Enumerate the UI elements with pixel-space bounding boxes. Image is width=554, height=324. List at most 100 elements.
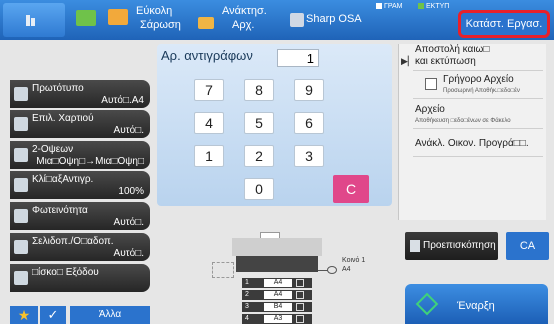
tray-icon	[296, 279, 304, 287]
check-button[interactable]: ✓	[40, 306, 66, 324]
tray-1-size: A4	[264, 279, 292, 287]
tray-4[interactable]: 4 A3	[242, 314, 312, 324]
sort-group-value: Αυτό□.	[113, 248, 144, 259]
key-9[interactable]: 9	[294, 79, 324, 101]
quick-file-label[interactable]: Γρήγορο Αρχείο	[443, 74, 514, 85]
tray-3-size: B4	[264, 303, 292, 311]
sort-group-setting[interactable]: Σελιδοπ./Ο□αδοπ. Αυτό□.	[10, 233, 150, 261]
output-tray-icon	[14, 271, 28, 285]
easy-scan-button[interactable]: Εύκολη Σάρωση	[104, 3, 192, 37]
copy-count-input[interactable]: 1	[277, 49, 319, 67]
paper-select-label: Επιλ. Χαρτιού	[32, 113, 94, 124]
quick-file-checkbox[interactable]	[425, 78, 437, 90]
paper-icon	[14, 117, 28, 131]
tray-2[interactable]: 2 A4	[242, 290, 312, 300]
send-print-label-2[interactable]: και εκτύπωση	[415, 56, 476, 67]
osa-icon	[290, 13, 304, 27]
paper-select-setting[interactable]: Επιλ. Χαρτιού Αυτό□.	[10, 110, 150, 138]
divider	[413, 70, 543, 71]
duplex-setting[interactable]: 2-Οψεων Μια□Οψη□→Μια□Οψη□	[10, 141, 150, 169]
check-icon: ✓	[47, 307, 59, 322]
exposure-setting[interactable]: Φωτεινότητα Αυτό□.	[10, 202, 150, 230]
start-button[interactable]: Έναρξη	[405, 284, 548, 324]
tray-icon	[296, 291, 304, 299]
collapse-arrow-icon[interactable]: ▶▏	[401, 56, 415, 72]
app-shortcut-button[interactable]	[72, 3, 100, 37]
sharp-osa-button[interactable]: Sharp OSA	[288, 3, 368, 37]
duplex-icon	[14, 148, 28, 162]
retrieve-label-1: Ανάκτησ.	[222, 5, 267, 17]
key-6[interactable]: 6	[294, 112, 324, 134]
retrieve-file-button[interactable]: Ανάκτησ. Αρχ.	[196, 3, 286, 37]
home-icon	[25, 13, 39, 27]
divider	[413, 98, 543, 99]
key-5[interactable]: 5	[244, 112, 274, 134]
ratio-icon	[14, 178, 28, 192]
eco-program-label[interactable]: Ανάκλ. Οικον. Προγρά□□.	[415, 138, 529, 149]
key-4[interactable]: 4	[194, 112, 224, 134]
file-label[interactable]: Αρχείο	[415, 104, 445, 115]
send-print-label-1[interactable]: Αποστολή καιω□	[415, 44, 489, 55]
preview-label: Προεπισκόπηση	[423, 240, 496, 251]
start-icon	[415, 292, 439, 316]
favorite-button[interactable]: ★	[10, 306, 38, 324]
easy-scan-label-1: Εύκολη	[136, 5, 173, 17]
machine-tray-graphic: 1 A4 2 A4 3 B4 4 A3	[232, 232, 322, 324]
scanned-original-icon	[212, 262, 234, 278]
star-icon: ★	[17, 307, 31, 323]
ca-button[interactable]: CA	[506, 232, 549, 260]
tray-4-size: A3	[264, 315, 292, 323]
key-2[interactable]: 2	[244, 145, 274, 167]
key-8[interactable]: 8	[244, 79, 274, 101]
tray-3[interactable]: 3 B4	[242, 302, 312, 312]
original-setting[interactable]: Πρωτότυπο Αυτό□.A4	[10, 80, 150, 108]
copy-ratio-setting[interactable]: Κλί□αξΑντιγρ. 100%	[10, 171, 150, 199]
bypass-tray-icon[interactable]	[327, 266, 337, 274]
exposure-icon	[14, 209, 28, 223]
key-0[interactable]: 0	[244, 178, 274, 200]
app-icon	[76, 10, 96, 26]
original-icon	[14, 87, 28, 101]
folder-icon	[198, 17, 214, 29]
copy-ratio-label: Κλί□αξΑντιγρ.	[32, 174, 94, 185]
key-3[interactable]: 3	[294, 145, 324, 167]
machine-middle	[236, 256, 318, 272]
original-value: Αυτό□.A4	[101, 95, 144, 106]
sort-group-label: Σελιδοπ./Ο□αδοπ.	[32, 236, 114, 247]
original-label: Πρωτότυπο	[32, 83, 84, 94]
easy-scan-icon	[108, 9, 128, 25]
tray-2-size: A4	[264, 291, 292, 299]
tray-icon	[296, 315, 304, 323]
key-1[interactable]: 1	[194, 145, 224, 167]
divider	[413, 128, 543, 129]
copy-count-panel: Αρ. αντιγράφων 1 7 8 9 4 5 6 1 2 3 0 C	[157, 44, 392, 206]
preview-button[interactable]: Προεπισκόπηση	[405, 232, 498, 260]
output-tray-setting[interactable]: □ίσκο□ Εξόδου	[10, 264, 150, 292]
sort-icon	[14, 240, 28, 254]
others-button[interactable]: Άλλα	[70, 306, 150, 324]
tray-icon	[296, 303, 304, 311]
easy-scan-label-2: Σάρωση	[140, 19, 181, 31]
osa-label: Sharp OSA	[306, 13, 362, 25]
home-button[interactable]	[3, 3, 65, 37]
key-7[interactable]: 7	[194, 79, 224, 101]
duplex-value: Μια□Οψη□→Μια□Οψη□	[36, 156, 144, 167]
fax-indicator: ΓΡΑΜ	[376, 3, 403, 10]
preview-icon	[410, 240, 420, 252]
duplex-label: 2-Οψεων	[32, 144, 74, 155]
exposure-label: Φωτεινότητα	[32, 205, 88, 216]
job-status-button[interactable]: Κατάστ. Εργασ.	[458, 10, 550, 38]
clear-key[interactable]: C	[333, 175, 369, 203]
print-indicator: ΕΚΤΥΠ	[418, 3, 449, 10]
right-panel: ▶▏ Αποστολή καιω□ και εκτύπωση Γρήγορο Α…	[398, 44, 546, 220]
retrieve-label-2: Αρχ.	[232, 19, 255, 31]
quick-file-sublabel: Προσωρινή Αποθήκ.□εδο□έν	[443, 88, 520, 94]
start-label: Έναρξη	[457, 300, 495, 312]
divider	[413, 156, 543, 157]
copy-count-label: Αρ. αντιγράφων	[161, 48, 253, 63]
tray-1[interactable]: 1 A4	[242, 278, 312, 288]
file-sublabel: Αποθήκευση □εδο□ένων σε Φάκελο	[415, 118, 511, 124]
copy-ratio-value: 100%	[118, 186, 144, 197]
output-tray-label: □ίσκο□ Εξόδου	[32, 267, 99, 278]
paper-select-value: Αυτό□.	[113, 125, 144, 136]
